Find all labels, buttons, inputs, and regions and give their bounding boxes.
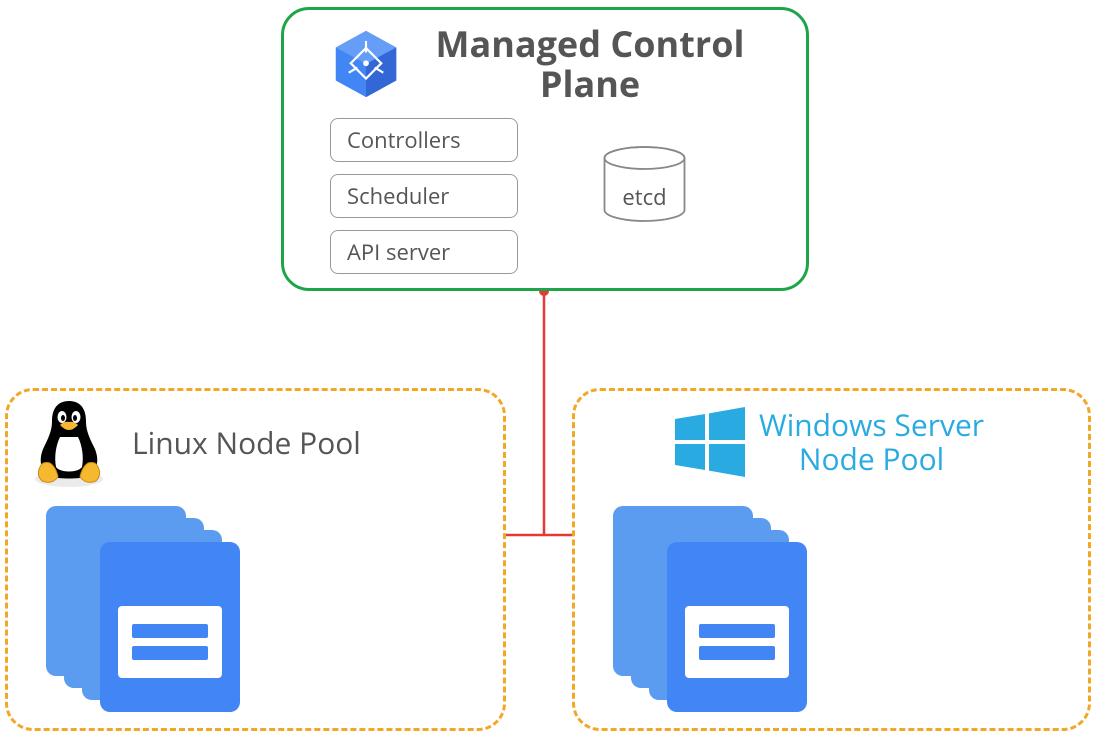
gke-icon xyxy=(330,28,402,100)
control-plane-title: Managed Control Plane xyxy=(420,24,760,103)
tux-icon xyxy=(30,395,108,489)
linux-node-pool-box: Linux Node Pool xyxy=(5,388,506,731)
control-plane-box: Managed Control Plane Controllers Schedu… xyxy=(281,7,809,291)
linux-pool-header: Linux Node Pool xyxy=(30,395,361,489)
linux-pool-title: Linux Node Pool xyxy=(132,422,361,463)
windows-node-pool-box: Windows Server Node Pool Windows ServerN… xyxy=(572,388,1091,731)
etcd-label: etcd xyxy=(622,182,666,212)
component-api-server: API server xyxy=(330,230,518,274)
compute-icon xyxy=(667,542,807,712)
etcd-block: etcd xyxy=(602,146,687,224)
component-controllers: Controllers xyxy=(330,118,518,162)
component-scheduler: Scheduler xyxy=(330,174,518,218)
control-plane-components: Controllers Scheduler API server xyxy=(330,118,518,286)
windows-icon xyxy=(675,407,745,477)
control-plane-header: Managed Control Plane xyxy=(330,24,760,103)
compute-icon xyxy=(100,542,240,712)
windows-pool-title: Windows Server Node Pool Windows ServerN… xyxy=(759,408,984,477)
windows-pool-header: Windows Server Node Pool Windows ServerN… xyxy=(675,407,984,477)
